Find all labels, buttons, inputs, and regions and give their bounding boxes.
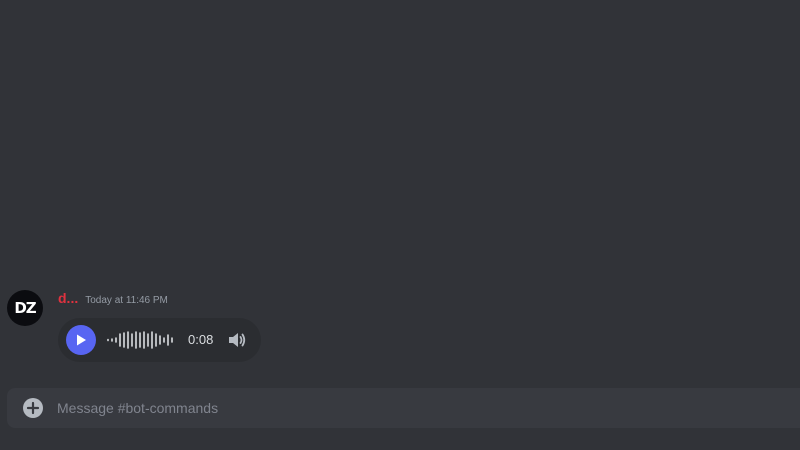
message-item: DZ d... Today at 11:46 PM 0:08 bbox=[0, 288, 800, 368]
add-attachment-button[interactable] bbox=[23, 398, 43, 418]
chat-view: DZ d... Today at 11:46 PM 0:08 Message #… bbox=[0, 0, 800, 450]
avatar-initials: DZ bbox=[14, 299, 36, 317]
waveform[interactable] bbox=[106, 328, 178, 352]
timestamp: Today at 11:46 PM bbox=[85, 295, 168, 306]
avatar[interactable]: DZ bbox=[7, 290, 43, 326]
play-button[interactable] bbox=[66, 325, 96, 355]
volume-button[interactable] bbox=[227, 330, 247, 350]
message-composer bbox=[7, 388, 800, 428]
message-input[interactable] bbox=[57, 388, 777, 428]
username[interactable]: d... bbox=[58, 290, 78, 306]
voice-message-player: 0:08 bbox=[58, 318, 261, 362]
plus-circle-icon bbox=[26, 401, 40, 415]
duration-label: 0:08 bbox=[188, 332, 214, 347]
play-icon bbox=[77, 334, 86, 346]
message-header: d... Today at 11:46 PM bbox=[58, 290, 168, 308]
speaker-icon bbox=[229, 333, 246, 347]
